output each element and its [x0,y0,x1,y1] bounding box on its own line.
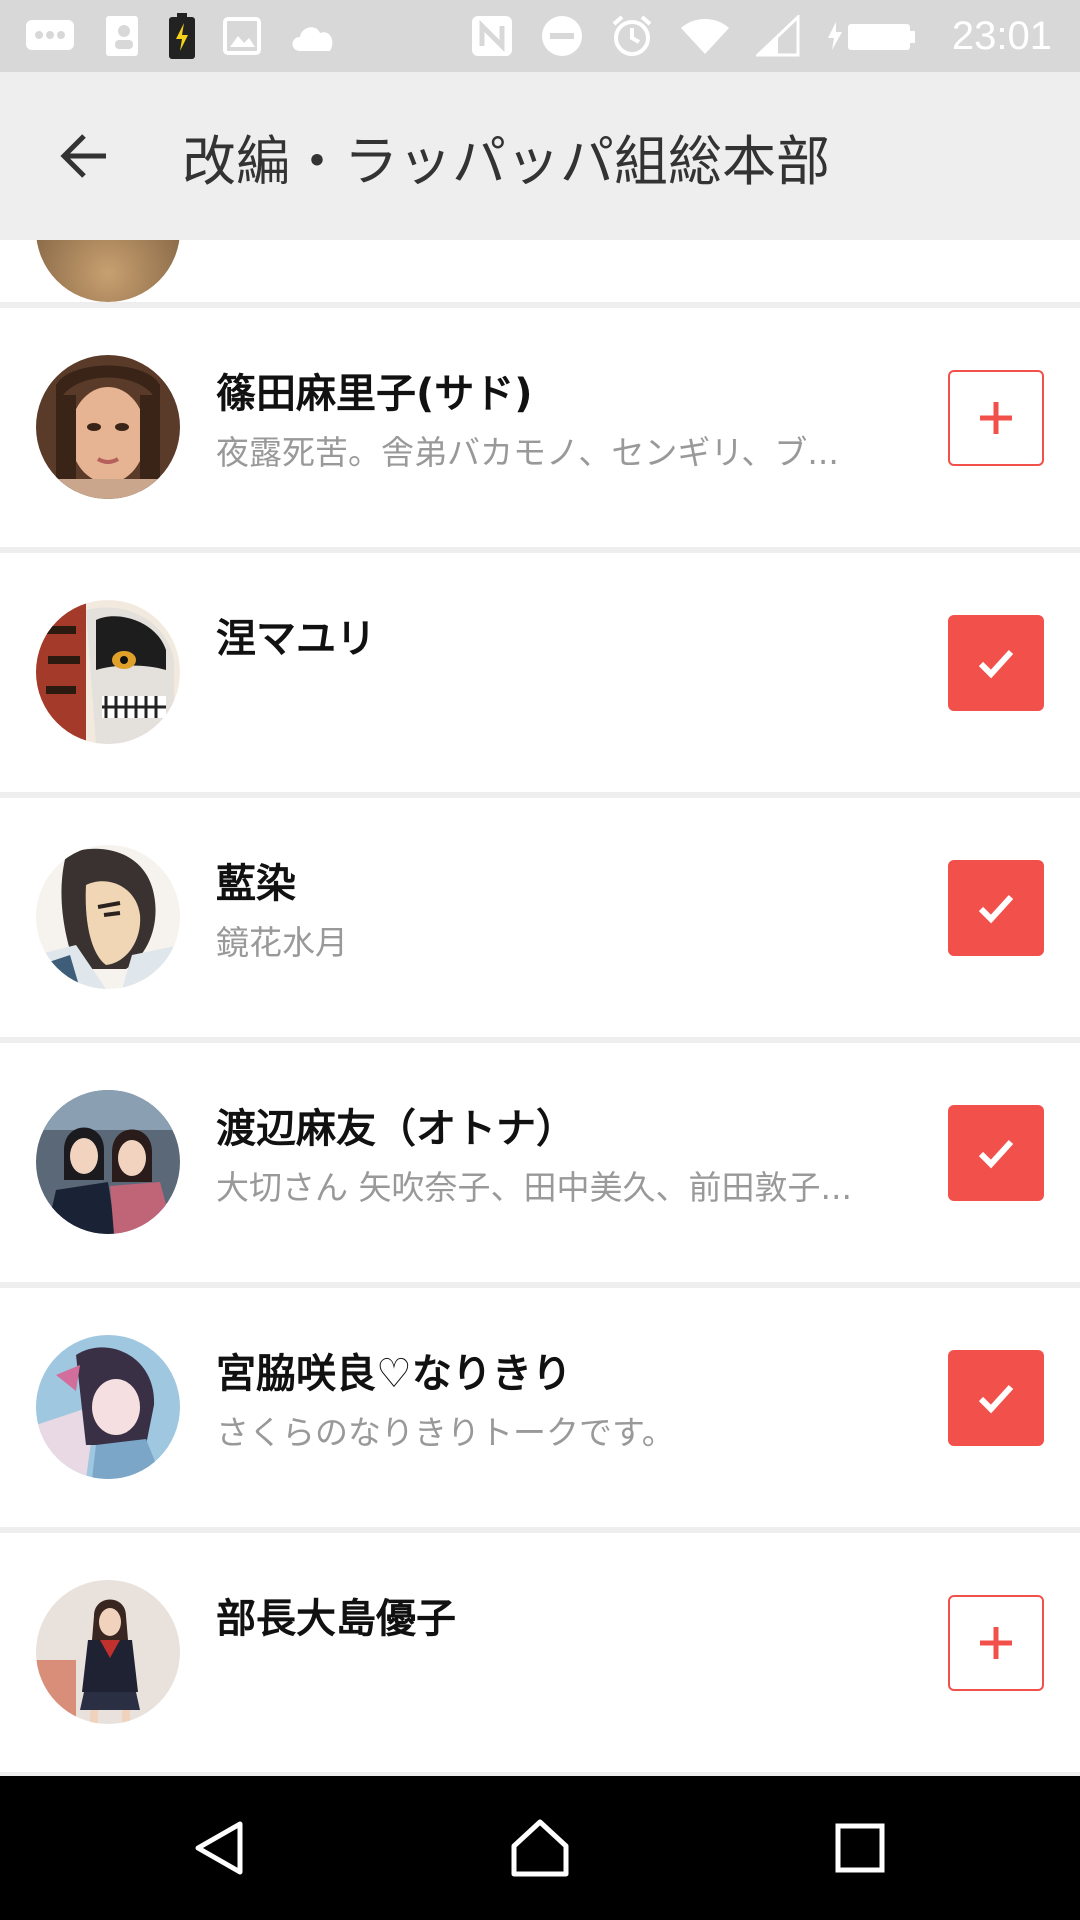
plus-icon [980,402,1012,434]
added-button[interactable] [948,615,1044,711]
member-name: 宮脇咲良♡なりきり [216,1351,572,1397]
recents-icon [835,1823,885,1873]
member-name: 藍染 [216,861,296,907]
avatar [36,600,180,744]
member-name: 涅マユリ [216,616,376,662]
battery-charging-icon [168,13,196,59]
status-bar-notifications [24,13,338,59]
added-button[interactable] [948,1105,1044,1201]
check-icon [978,649,1014,679]
page-title: 改編・ラッパッパ組総本部 [182,129,830,193]
nav-back-button[interactable] [160,1788,280,1908]
member-list[interactable]: 篠田麻里子(サド) 夜露死苦。舎弟バカモノ、センギリ、ブ... 涅マユリ 藍染 … [0,240,1080,1776]
list-item-text: 宮脇咲良♡なりきり さくらのなりきりトークです。 [216,1348,906,1456]
list-item-text: 篠田麻里子(サド) 夜露死苦。舎弟バカモノ、センギリ、ブ... [216,368,906,476]
list-item[interactable]: 涅マユリ [0,553,1080,792]
battery-icon [826,18,916,54]
contacts-icon [102,14,142,58]
home-icon [511,1819,569,1877]
add-button[interactable] [948,370,1044,466]
list-item[interactable]: 篠田麻里子(サド) 夜露死苦。舎弟バカモノ、センギリ、ブ... [0,308,1080,547]
signal-icon [755,15,800,57]
avatar [36,1090,180,1234]
list-item[interactable]: 部長大島優子 [0,1533,1080,1772]
member-name: 部長大島優子 [216,1596,456,1642]
status-time: 23:01 [951,13,1052,58]
member-description: 大切さん 矢吹奈子、田中美久、前田敦子... [216,1168,852,1207]
list-item[interactable]: 藍染 鏡花水月 [0,798,1080,1037]
do-not-disturb-icon [540,14,584,58]
list-item[interactable]: 渡辺麻友（オトナ） 大切さん 矢吹奈子、田中美久、前田敦子... [0,1043,1080,1282]
arrow-left-icon [60,134,106,178]
avatar [36,1335,180,1479]
added-button[interactable] [948,860,1044,956]
member-description: 夜露死苦。舎弟バカモノ、センギリ、ブ... [216,433,839,472]
message-icon [24,16,76,56]
alarm-icon [610,14,654,58]
nav-home-button[interactable] [480,1788,600,1908]
check-icon [978,1384,1014,1414]
member-name: 篠田麻里子(サド) [216,371,533,417]
list-item[interactable]: 宮脇咲良♡なりきり さくらのなりきりトークです。 [0,1288,1080,1527]
cloud-icon [288,19,338,53]
wifi-icon [680,16,730,56]
list-item-text: 部長大島優子 [216,1593,906,1655]
status-bar: 23:01 [0,0,1080,72]
add-button[interactable] [948,1595,1044,1691]
image-icon [222,16,262,56]
app-bar: 改編・ラッパッパ組総本部 [0,72,1080,240]
back-triangle-icon [195,1821,243,1875]
status-bar-system: 23:01 [470,14,1052,59]
list-item-text: 藍染 鏡花水月 [216,858,906,966]
member-description: さくらのなりきりトークです。 [216,1413,675,1452]
avatar [36,845,180,989]
member-description: 鏡花水月 [216,923,348,962]
navigation-bar [0,1776,1080,1920]
avatar [36,1580,180,1724]
list-item-partial[interactable] [0,240,1080,302]
member-name: 渡辺麻友（オトナ） [216,1106,576,1152]
check-icon [978,1139,1014,1169]
list-item-text: 涅マユリ [216,613,906,675]
nfc-icon [470,14,514,58]
plus-icon [980,1627,1012,1659]
back-button[interactable] [44,116,124,196]
avatar [36,355,180,499]
list-item-text: 渡辺麻友（オトナ） 大切さん 矢吹奈子、田中美久、前田敦子... [216,1103,906,1211]
avatar [36,240,180,302]
added-button[interactable] [948,1350,1044,1446]
check-icon [978,894,1014,924]
nav-recents-button[interactable] [800,1788,920,1908]
